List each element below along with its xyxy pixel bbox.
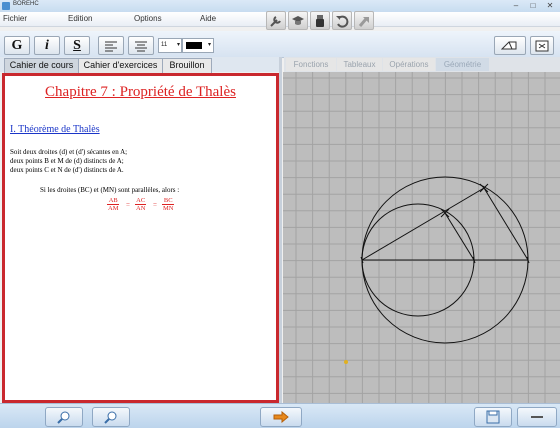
fraction-denominator: MN xyxy=(163,205,174,212)
fraction-ab-am: AB AM xyxy=(107,197,120,212)
window-title: BOREHC xyxy=(13,1,39,7)
fraction-numerator: BC xyxy=(162,197,175,205)
equals-sign: = xyxy=(153,201,157,209)
fraction-denominator: AM xyxy=(108,205,119,212)
wrench-icon xyxy=(270,15,281,27)
fraction-numerator: AB xyxy=(107,197,120,205)
align-left-icon xyxy=(105,41,117,51)
font-size-value: 11 xyxy=(161,42,168,48)
font-size-select[interactable]: 11 ▾ xyxy=(158,38,182,53)
tab-geometry[interactable]: Géométrie xyxy=(436,58,489,71)
minimize-button[interactable]: – xyxy=(508,1,524,11)
usb-button[interactable] xyxy=(310,11,330,30)
color-swatch xyxy=(186,42,202,49)
course-button[interactable] xyxy=(288,11,308,30)
close-button[interactable]: ✕ xyxy=(542,1,558,11)
tab-tables[interactable]: Tableaux xyxy=(337,58,382,71)
chevron-down-icon: ▾ xyxy=(176,42,180,48)
zoom-out-button[interactable] xyxy=(92,407,130,427)
menu-edit[interactable]: Edition xyxy=(68,14,92,23)
equals-sign: = xyxy=(126,201,130,209)
app-icon xyxy=(2,2,10,10)
chevron-down-icon: ▾ xyxy=(207,42,211,48)
save-icon xyxy=(486,410,500,424)
italic-button[interactable]: i xyxy=(34,36,60,55)
undo-button[interactable] xyxy=(332,11,352,30)
next-button[interactable] xyxy=(260,407,302,427)
menu-help[interactable]: Aide xyxy=(200,14,216,23)
graduation-cap-icon xyxy=(292,15,304,25)
settings-button[interactable] xyxy=(266,11,286,30)
menu-options[interactable]: Options xyxy=(134,14,162,23)
redo-icon xyxy=(358,16,369,27)
zoom-out-icon xyxy=(104,411,117,424)
fraction-denominator: AN xyxy=(136,205,146,212)
fraction-numerator: AC xyxy=(135,197,147,205)
lesson-line: Soit deux droites (d) et (d') sécantes e… xyxy=(10,148,128,156)
panel-divider[interactable] xyxy=(279,57,282,403)
underline-button[interactable]: S xyxy=(64,36,90,55)
save-button[interactable] xyxy=(474,407,512,427)
zoom-in-icon xyxy=(57,411,70,424)
usb-key-icon xyxy=(316,14,324,27)
clear-button[interactable] xyxy=(530,36,554,55)
bold-button[interactable]: G xyxy=(4,36,30,55)
arrow-right-icon xyxy=(273,411,289,423)
lesson-line: deux points C et N de (d') distincts de … xyxy=(10,166,124,174)
section-title: I. Théorème de Thalès xyxy=(10,124,100,135)
eraser-button[interactable] xyxy=(494,36,526,55)
minimize-panel-button[interactable] xyxy=(517,407,557,427)
tab-exercises[interactable]: Cahier d'exercices xyxy=(78,58,163,73)
redo-button[interactable] xyxy=(354,11,374,30)
bottom-bar xyxy=(0,403,560,428)
fraction-ac-an: AC AN xyxy=(135,197,147,212)
maximize-button[interactable]: □ xyxy=(525,1,541,11)
geometry-canvas[interactable] xyxy=(283,72,560,403)
color-picker[interactable]: ▾ xyxy=(182,38,214,53)
align-center-button[interactable] xyxy=(128,36,154,55)
zoom-in-button[interactable] xyxy=(45,407,83,427)
tab-draft[interactable]: Brouillon xyxy=(162,58,212,73)
lesson-line: deux points B et M de (d) distincts de A… xyxy=(10,157,124,165)
theorem-statement: Si les droites (BC) et (MN) sont parallè… xyxy=(40,186,180,194)
minus-icon xyxy=(531,416,543,418)
fraction-bc-mn: BC MN xyxy=(162,197,175,212)
tools-tabs: Fonctions Tableaux Opérations Géométrie xyxy=(284,57,560,72)
menu-file[interactable]: Fichier xyxy=(3,14,27,23)
undo-icon xyxy=(336,15,349,28)
format-toolbar: G i S 11 ▾ ▾ xyxy=(0,31,560,58)
chapter-title: Chapitre 7 : Propriété de Thalès xyxy=(45,84,236,100)
notebook-tabs: Cahier de cours Cahier d'exercices Broui… xyxy=(0,57,280,73)
align-center-icon xyxy=(135,41,147,51)
tab-course[interactable]: Cahier de cours xyxy=(4,58,79,73)
align-left-button[interactable] xyxy=(98,36,124,55)
eraser-icon xyxy=(501,41,517,49)
canvas-background xyxy=(283,72,560,403)
lesson-document[interactable]: Chapitre 7 : Propriété de Thalès I. Théo… xyxy=(2,73,279,403)
close-box-icon xyxy=(535,40,549,51)
cursor-point xyxy=(344,360,348,364)
tab-operations[interactable]: Opérations xyxy=(383,58,435,71)
tab-functions[interactable]: Fonctions xyxy=(286,58,336,71)
